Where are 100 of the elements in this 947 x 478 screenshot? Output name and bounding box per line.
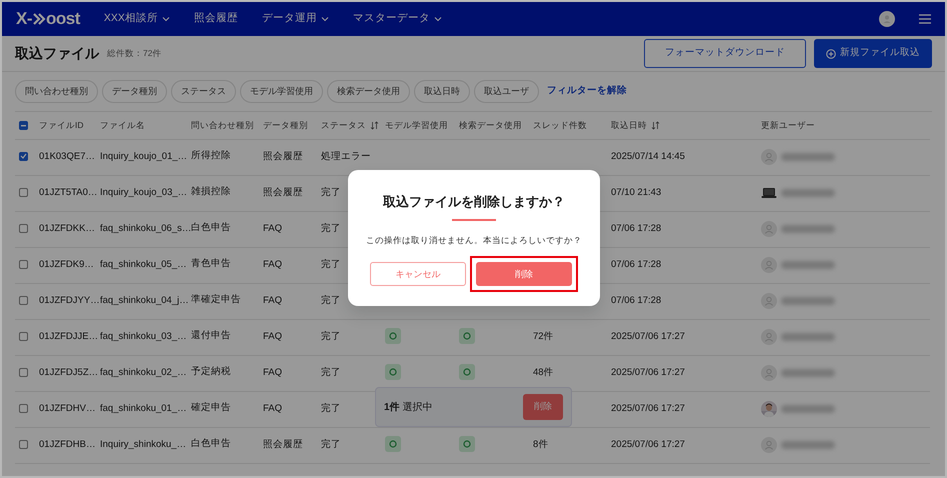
- table-cell: 完了: [321, 222, 341, 234]
- row-checkbox[interactable]: [19, 224, 28, 233]
- column-header: 問い合わせ種別: [191, 118, 254, 132]
- column-header: 検索データ使用: [459, 118, 522, 132]
- table-cell: 07/06 17:28: [611, 258, 662, 270]
- circle-icon: [463, 332, 471, 340]
- table-cell: 01K03QE7…: [39, 150, 95, 162]
- blurred-name: [781, 369, 835, 377]
- dialog-title: 取込ファイルを削除しますか？: [382, 193, 566, 211]
- table-cell: 2025/07/14 14:45: [611, 150, 685, 162]
- filter-chip[interactable]: 問い合わせ種別: [15, 80, 98, 104]
- sort-icon: [370, 120, 379, 130]
- table-cell: 07/10 21:43: [611, 186, 662, 198]
- circle-icon: [463, 368, 471, 376]
- blurred-name: [781, 333, 835, 341]
- caret-icon: [320, 16, 329, 22]
- table-cell: 完了: [321, 330, 341, 342]
- select-all-checkbox[interactable]: [19, 121, 28, 130]
- avatar-icon: [761, 149, 777, 165]
- table-cell: FAQ: [263, 258, 282, 270]
- table-cell: 01JZFDJ5Z…: [39, 366, 98, 378]
- table-cell: 照会履歴: [263, 438, 303, 450]
- table-cell: 01JZT5TA0…: [39, 186, 98, 198]
- import-button[interactable]: 新規ファイル取込: [814, 39, 932, 68]
- table-cell: 白色申告: [191, 438, 231, 448]
- laptop-icon: [761, 185, 777, 201]
- row-checkbox[interactable]: [19, 440, 28, 449]
- dialog-message: この操作は取り消せません。本当によろしいですか？: [366, 234, 582, 246]
- blurred-name: [781, 153, 835, 161]
- circle-icon: [463, 440, 471, 448]
- user-avatar-icon[interactable]: [879, 11, 895, 27]
- row-checkbox[interactable]: [19, 296, 28, 305]
- column-header: ファイルID: [39, 118, 84, 132]
- filter-chip[interactable]: 検索データ使用: [327, 80, 410, 104]
- selection-count: 1件 選択中: [384, 400, 432, 414]
- column-header: 更新ユーザー: [761, 118, 815, 132]
- row-checkbox[interactable]: [19, 152, 28, 161]
- table-cell: 01JZFDJYY…: [39, 294, 100, 306]
- confirm-delete-button[interactable]: 削除: [476, 262, 572, 286]
- table-cell: 72件: [533, 330, 554, 342]
- row-checkbox[interactable]: [19, 368, 28, 377]
- nav-menu-item[interactable]: マスターデータ: [352, 11, 442, 27]
- table-cell: FAQ: [263, 330, 282, 342]
- chevron-logo-icon: [32, 12, 46, 26]
- sort-icon: [651, 120, 660, 130]
- download-button[interactable]: フォーマットダウンロード: [644, 39, 806, 68]
- blurred-name: [781, 405, 835, 413]
- avatar-icon: [761, 293, 777, 309]
- column-header[interactable]: 取込日時: [611, 118, 660, 132]
- page-title: 取込ファイル: [15, 44, 99, 63]
- table-cell: 07/06 17:28: [611, 222, 662, 234]
- table-cell: faq_shinkoku_04_j…: [100, 294, 189, 306]
- table-cell: 01JZFDK9…: [39, 258, 94, 270]
- filter-chip[interactable]: 取込ユーザ: [474, 80, 539, 104]
- nav-menu-item[interactable]: XXX相談所: [104, 11, 170, 27]
- nav-menu-item[interactable]: データ運用: [262, 11, 329, 27]
- nav-menu-item[interactable]: 照会履歴: [194, 11, 238, 27]
- clear-filter-link[interactable]: フィルターを解除: [547, 84, 627, 99]
- logo-text: X-: [16, 8, 32, 30]
- table-cell: Inquiry_shinkoku_…: [100, 438, 186, 450]
- filter-chip[interactable]: データ種別: [102, 80, 167, 104]
- row-checkbox[interactable]: [19, 332, 28, 341]
- table-cell: 還付申告: [191, 330, 231, 340]
- row-checkbox[interactable]: [19, 260, 28, 269]
- table-cell: 照会履歴: [263, 186, 303, 198]
- table-cell: 完了: [321, 258, 341, 270]
- column-header: ファイル名: [100, 118, 145, 132]
- blurred-name: [781, 261, 835, 269]
- column-header: スレッド件数: [533, 118, 587, 132]
- filter-chip[interactable]: 取込日時: [414, 80, 470, 104]
- menu-icon[interactable]: [919, 14, 931, 24]
- blurred-name: [781, 225, 835, 233]
- minus-icon: [21, 124, 26, 127]
- table-cell: FAQ: [263, 222, 282, 234]
- blurred-name: [781, 441, 835, 449]
- filter-chip[interactable]: ステータス: [171, 80, 236, 104]
- avatar-icon: [761, 257, 777, 273]
- filter-chip[interactable]: モデル学習使用: [240, 80, 323, 104]
- avatar-icon: [761, 437, 777, 453]
- table-cell: 2025/07/06 17:27: [611, 330, 685, 342]
- table-cell: 01JZFDJJE…: [39, 330, 98, 342]
- table-cell: 01JZFDKK…: [39, 222, 95, 234]
- table-cell: 雑損控除: [191, 186, 231, 196]
- column-header[interactable]: ステータス: [321, 118, 379, 132]
- table-cell: FAQ: [263, 366, 282, 378]
- table-cell: Inquiry_koujo_01_…: [100, 150, 188, 162]
- table-cell: Inquiry_koujo_03_…: [100, 186, 188, 198]
- table-cell: 48件: [533, 366, 554, 378]
- table-cell: 青色申告: [191, 258, 231, 268]
- row-checkbox[interactable]: [19, 188, 28, 197]
- table-cell: 予定納税: [191, 366, 231, 376]
- cancel-button[interactable]: キャンセル: [370, 262, 466, 286]
- blurred-name: [781, 297, 835, 305]
- table-cell: 完了: [321, 402, 341, 414]
- table-cell: FAQ: [263, 402, 282, 414]
- table-cell: faq_shinkoku_02_…: [100, 366, 187, 378]
- total-count: 総件数：72件: [107, 47, 162, 60]
- row-checkbox[interactable]: [19, 404, 28, 413]
- table-cell: 8件: [533, 438, 548, 450]
- check-icon: [20, 153, 27, 160]
